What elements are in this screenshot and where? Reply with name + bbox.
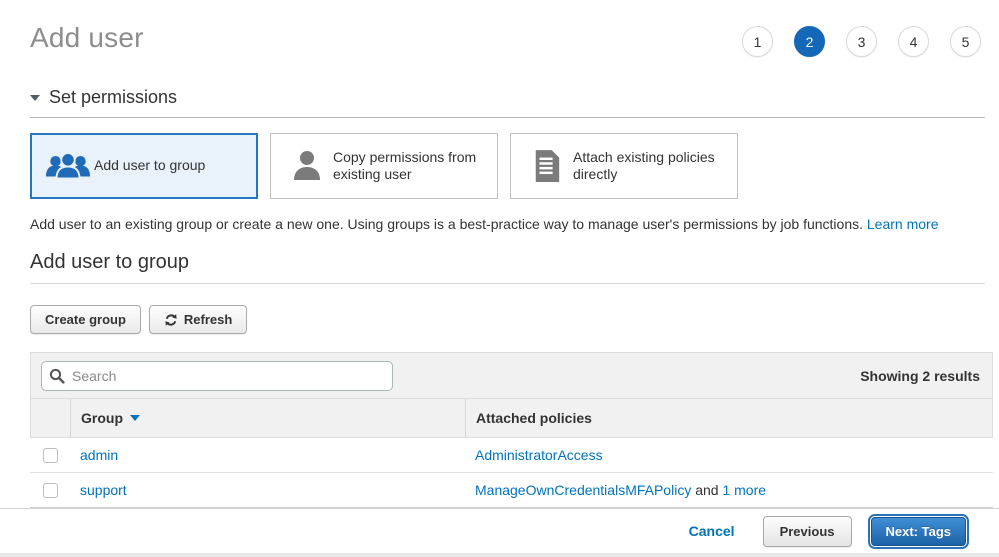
wizard-footer: Cancel Previous Next: Tags [0, 508, 999, 557]
table-row-admin: admin AdministratorAccess [30, 438, 993, 473]
refresh-icon [164, 313, 178, 327]
cancel-button[interactable]: Cancel [689, 523, 735, 539]
table-header-row: Group Attached policies [30, 398, 993, 438]
select-all-cell [31, 399, 71, 437]
next-button-focus-ring: Next: Tags [868, 514, 970, 549]
column-header-policies: Attached policies [466, 399, 992, 437]
refresh-button[interactable]: Refresh [149, 305, 247, 334]
group-cell: admin [70, 438, 465, 472]
section-title: Set permissions [49, 87, 177, 108]
policy-document-icon [521, 149, 573, 183]
group-column-label: Group [81, 410, 123, 426]
option-add-user-to-group[interactable]: Add user to group [30, 133, 258, 199]
create-group-button[interactable]: Create group [30, 305, 141, 334]
results-count: Showing 2 results [860, 368, 980, 384]
policies-column-label: Attached policies [476, 410, 592, 426]
search-box [41, 361, 393, 391]
step-1: 1 [742, 26, 773, 57]
option-attach-policies[interactable]: Attach existing policies directly [510, 133, 738, 199]
policy-link[interactable]: AdministratorAccess [475, 447, 603, 463]
row-checkbox[interactable] [43, 448, 58, 463]
more-policies-link[interactable]: 1 more [722, 482, 766, 498]
single-user-icon [281, 149, 333, 183]
refresh-label: Refresh [184, 312, 232, 327]
user-group-icon [42, 150, 94, 182]
group-actions: Create group Refresh [30, 305, 985, 334]
page-header: Add user 1 2 3 4 5 [30, 0, 985, 57]
group-link[interactable]: admin [80, 447, 118, 463]
next-tags-button[interactable]: Next: Tags [871, 517, 967, 546]
search-icon [49, 368, 65, 387]
row-checkbox[interactable] [43, 483, 58, 498]
and-text: and [691, 482, 722, 498]
step-5: 5 [950, 26, 981, 57]
row-checkbox-cell [30, 473, 70, 507]
table-toolbar: Showing 2 results [30, 352, 993, 398]
page-title: Add user [30, 22, 144, 54]
set-permissions-header[interactable]: Set permissions [30, 87, 985, 108]
row-checkbox-cell [30, 438, 70, 472]
group-description: Add user to an existing group or create … [30, 216, 985, 232]
policies-cell: AdministratorAccess [465, 438, 993, 472]
group-cell: support [70, 473, 465, 507]
collapse-caret-icon [30, 95, 40, 101]
previous-button[interactable]: Previous [763, 516, 852, 547]
option-label: Attach existing policies directly [573, 149, 727, 184]
step-indicator: 1 2 3 4 5 [742, 26, 981, 57]
step-3: 3 [846, 26, 877, 57]
group-section-divider [30, 283, 985, 284]
group-link[interactable]: support [80, 482, 127, 498]
search-input[interactable] [41, 361, 393, 391]
step-2-active: 2 [794, 26, 825, 57]
option-copy-permissions[interactable]: Copy permissions from existing user [270, 133, 498, 199]
add-user-page: Add user 1 2 3 4 5 Set permissions [0, 0, 999, 557]
permission-option-cards: Add user to group Copy permissions from … [30, 133, 985, 199]
description-text: Add user to an existing group or create … [30, 216, 863, 232]
policies-cell: ManageOwnCredentialsMFAPolicy and 1 more [465, 473, 993, 507]
step-4: 4 [898, 26, 929, 57]
option-label: Copy permissions from existing user [333, 149, 487, 184]
sort-descending-icon [130, 415, 140, 421]
policy-link[interactable]: ManageOwnCredentialsMFAPolicy [475, 482, 691, 498]
group-section-title: Add user to group [30, 251, 985, 274]
table-row-support: support ManageOwnCredentialsMFAPolicy an… [30, 473, 993, 508]
groups-table: Showing 2 results Group Attached policie… [30, 352, 993, 508]
learn-more-link[interactable]: Learn more [867, 216, 939, 232]
column-header-group[interactable]: Group [71, 399, 466, 437]
section-divider [30, 117, 985, 118]
option-label: Add user to group [94, 157, 205, 175]
